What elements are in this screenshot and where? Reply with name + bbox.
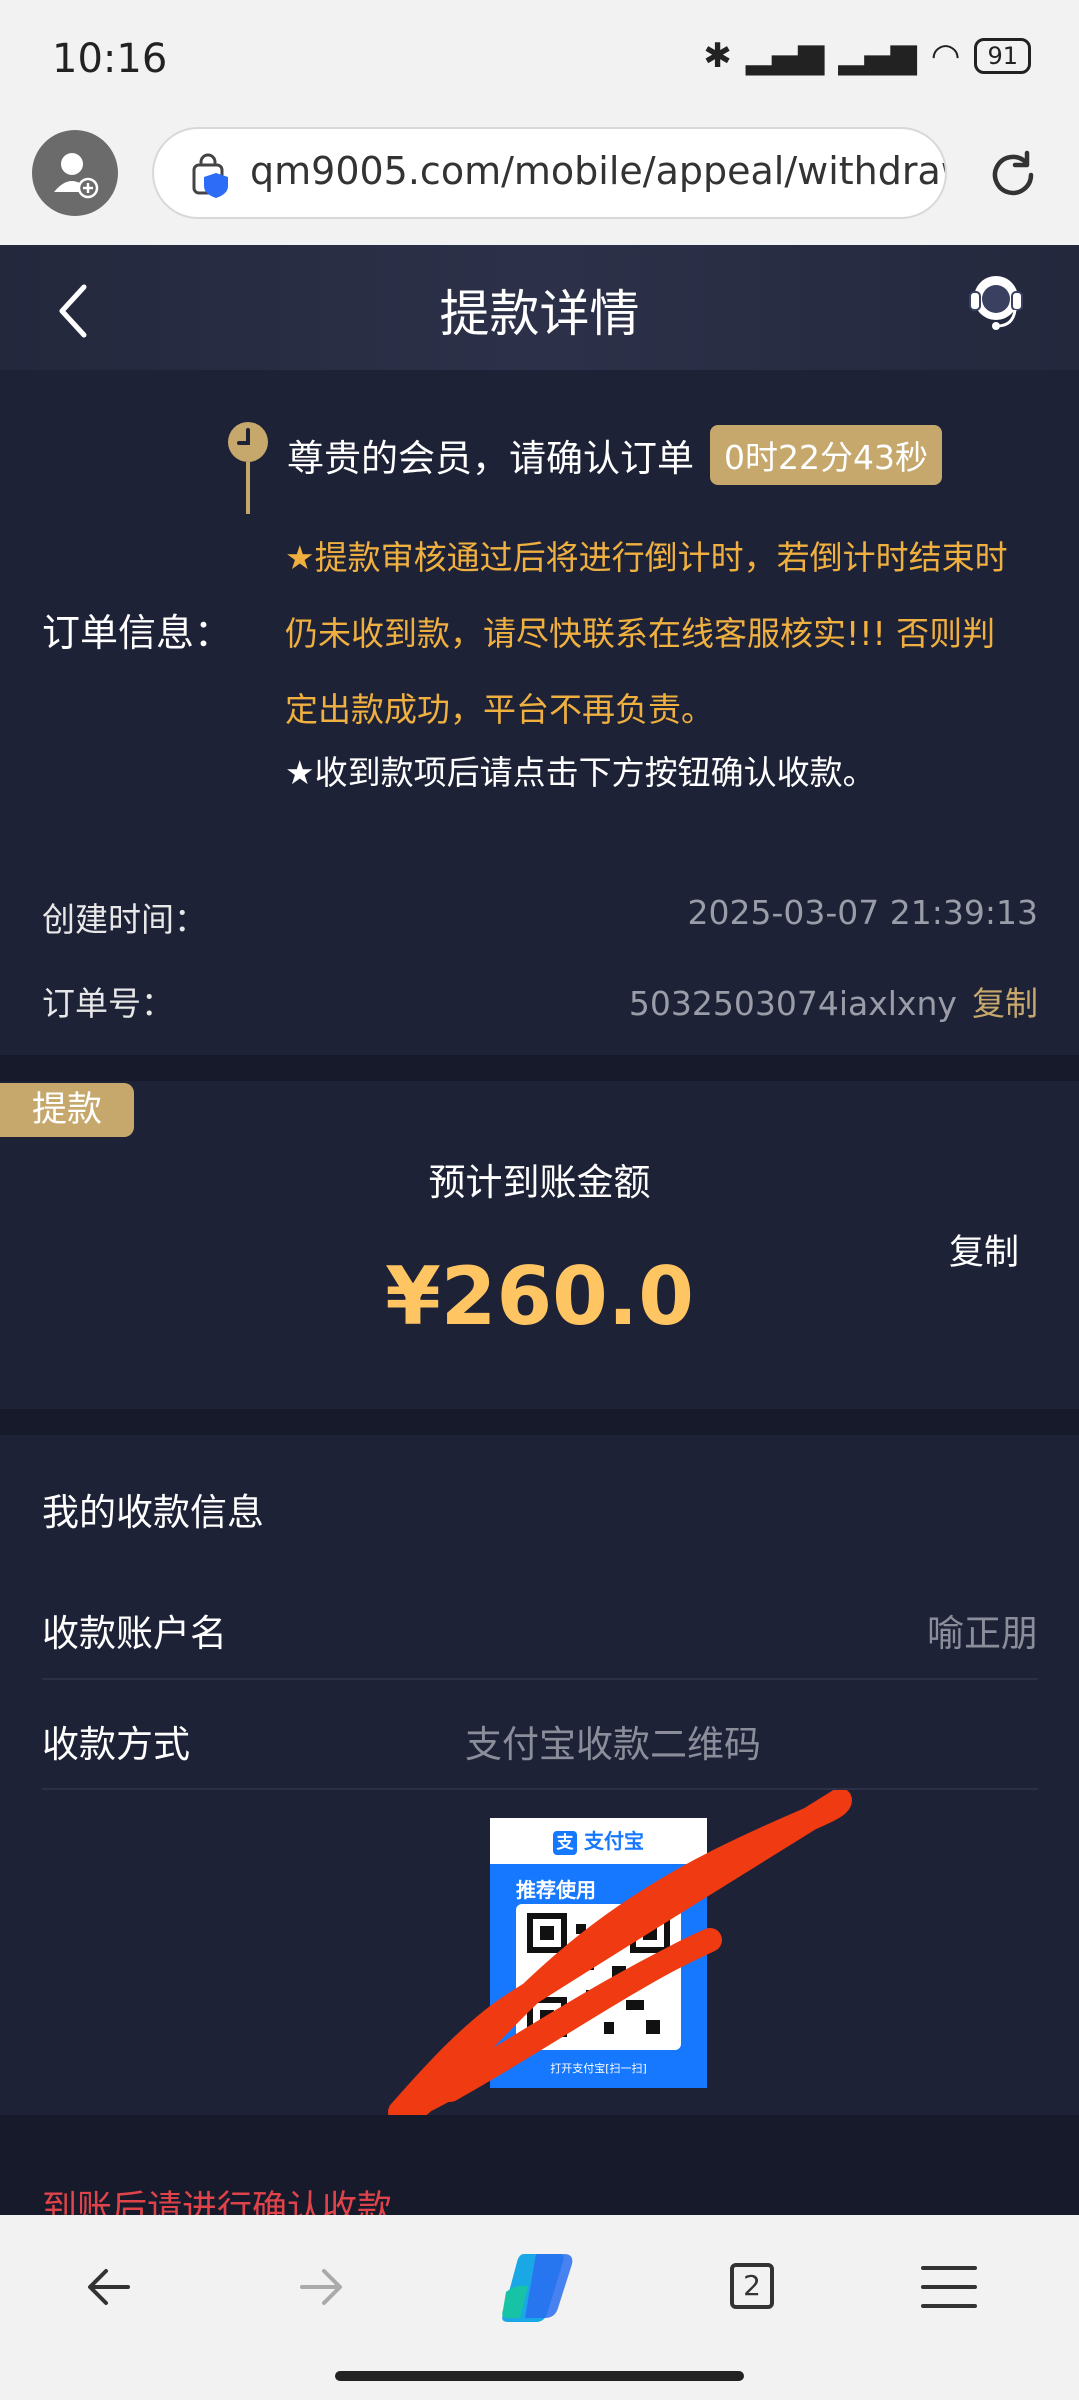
order-number-value: 5032503074iaxlxny bbox=[628, 984, 957, 1023]
copilot-icon[interactable] bbox=[496, 2248, 582, 2326]
signal-icon: ▂▄▆ bbox=[745, 36, 825, 76]
expected-amount-value: ¥260.0 bbox=[385, 1250, 694, 1343]
divider bbox=[42, 1678, 1038, 1680]
payee-section-title: 我的收款信息 bbox=[42, 1491, 264, 1534]
order-info-label: 订单信息： bbox=[42, 611, 233, 655]
payment-method-label: 收款方式 bbox=[42, 1723, 190, 1766]
site-info-icon[interactable] bbox=[190, 153, 236, 199]
divider bbox=[0, 1409, 1079, 1435]
url-text: qm9005.com/mobile/appeal/withdrawS bbox=[250, 149, 947, 193]
account-name-value: 喻正朋 bbox=[927, 1612, 1038, 1655]
status-icons: ✱ ▂▄▆ ▂▄▆ ◠ 91 bbox=[703, 36, 1031, 76]
countdown-badge: 0时22分43秒 bbox=[710, 425, 942, 485]
gesture-home-bar bbox=[335, 2371, 744, 2381]
clock-icon bbox=[228, 422, 268, 514]
order-notice-heading: 尊贵的会员，请确认订单 bbox=[287, 437, 694, 480]
notice-line: 定出款成功，平台不再负责。 bbox=[285, 690, 714, 729]
add-user-icon bbox=[54, 153, 99, 199]
account-name-label: 收款账户名 bbox=[42, 1612, 227, 1655]
browser-back-icon[interactable] bbox=[84, 2262, 134, 2312]
copy-order-number-button[interactable]: 复制 bbox=[972, 984, 1038, 1023]
created-time-value: 2025-03-07 21:39:13 bbox=[687, 893, 1038, 932]
reload-icon[interactable] bbox=[985, 147, 1041, 203]
copy-amount-button[interactable]: 复制 bbox=[949, 1224, 1019, 1275]
payment-method-value: 支付宝收款二维码 bbox=[465, 1723, 761, 1766]
customer-service-icon[interactable] bbox=[963, 268, 1029, 334]
tabs-button[interactable]: 2 bbox=[730, 2263, 774, 2309]
notice-line: 仍未收到款，请尽快联系在线客服核实!!! 否则判 bbox=[285, 614, 996, 653]
created-time-label: 创建时间： bbox=[42, 900, 207, 939]
battery-icon: 91 bbox=[974, 38, 1031, 74]
profile-avatar[interactable] bbox=[32, 130, 118, 216]
order-notice-confirm: ★收到款项后请点击下方按钮确认收款。 bbox=[285, 753, 876, 792]
divider bbox=[0, 1055, 1079, 1081]
order-number-row: 5032503074iaxlxny 复制 bbox=[629, 977, 1038, 1025]
withdraw-tag: 提款 bbox=[0, 1083, 134, 1137]
browser-forward-icon[interactable] bbox=[296, 2262, 346, 2312]
amount-card bbox=[0, 1081, 1079, 1409]
bluetooth-icon: ✱ bbox=[703, 36, 732, 76]
wifi-icon: ◠ bbox=[930, 36, 961, 76]
status-time: 10:16 bbox=[52, 36, 168, 82]
signal-icon: ▂▄▆ bbox=[838, 36, 917, 76]
menu-icon[interactable] bbox=[920, 2264, 978, 2310]
page-title: 提款详情 bbox=[439, 285, 640, 343]
url-field[interactable]: qm9005.com/mobile/appeal/withdrawS bbox=[152, 127, 947, 219]
order-number-label: 订单号： bbox=[42, 984, 174, 1023]
expected-amount-label: 预计到账金额 bbox=[428, 1161, 651, 1204]
order-notice-warning: ★提款审核通过后将进行倒计时，若倒计时结束时 仍未收到款，请尽快联系在线客服核实… bbox=[285, 520, 1025, 748]
redaction-scribble bbox=[388, 1790, 852, 2124]
notice-line: ★提款审核通过后将进行倒计时，若倒计时结束时 bbox=[285, 538, 1008, 577]
